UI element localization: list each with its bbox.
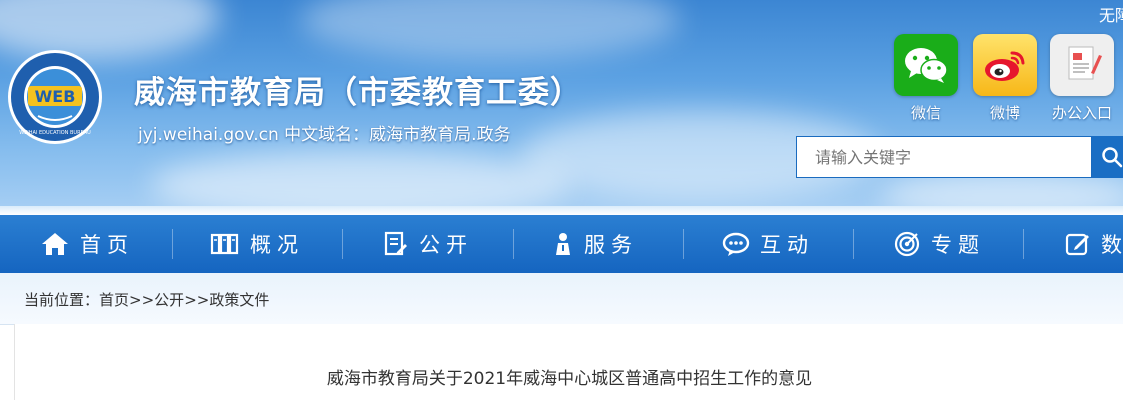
site-title: 威海市教育局（市委教育工委） xyxy=(134,75,582,111)
weibo-link[interactable]: 微博 xyxy=(973,34,1037,123)
wechat-label: 微信 xyxy=(910,104,941,122)
weibo-label: 微博 xyxy=(989,104,1020,122)
breadcrumb-item-public[interactable]: 公开 xyxy=(154,291,184,309)
office-label: 办公入口 xyxy=(1051,104,1112,122)
nav-item-interaction[interactable]: 互动 xyxy=(722,215,814,273)
nav-item-service[interactable]: 服务 xyxy=(552,215,638,273)
document-edit-icon xyxy=(384,231,407,256)
breadcrumb-bar: 当前位置：首页>>公开>>政策文件 xyxy=(0,273,1123,325)
nav-item-home[interactable]: 首页 xyxy=(40,215,134,273)
nav-item-data[interactable]: 数 xyxy=(1065,215,1123,273)
site-domain: jyj.weihai.gov.cn 中文域名：威海市教育局.政务 xyxy=(138,125,511,145)
chat-icon xyxy=(722,232,750,256)
search-input[interactable] xyxy=(796,136,1092,178)
nav-divider xyxy=(342,229,343,259)
wechat-link[interactable]: 微信 xyxy=(894,34,958,123)
site-header: WEB WEIHAI EDUCATION BUREAU 威海市教育局（市委教育工… xyxy=(0,0,1123,215)
header-divider xyxy=(0,206,1123,215)
article-container: 威海市教育局关于2021年威海中心城区普通高中招生工作的意见 xyxy=(14,324,1123,400)
office-document-icon xyxy=(1050,34,1114,96)
site-logo[interactable]: WEB WEIHAI EDUCATION BUREAU xyxy=(6,48,104,146)
edit-icon xyxy=(1065,233,1089,256)
logo-subtext: WEIHAI EDUCATION BUREAU xyxy=(19,130,91,136)
nav-item-overview[interactable]: 概况 xyxy=(210,215,304,273)
nav-divider xyxy=(172,229,173,259)
cloud-decoration xyxy=(300,0,680,60)
nav-label: 数 xyxy=(1101,233,1123,257)
breadcrumb-item-policy[interactable]: 政策文件 xyxy=(209,291,269,309)
nav-divider xyxy=(853,229,854,259)
office-link[interactable]: 办公入口 xyxy=(1050,34,1114,123)
main-nav: 首页 概况 公开 服务 互动 专题 数 xyxy=(0,215,1123,273)
books-icon xyxy=(210,233,239,255)
nav-label: 概况 xyxy=(250,233,304,257)
nav-label: 公开 xyxy=(419,233,473,257)
nav-label: 首页 xyxy=(80,233,134,257)
logo-text: WEB xyxy=(35,87,76,106)
accessibility-link[interactable]: 无障 xyxy=(1099,2,1123,26)
nav-item-topics[interactable]: 专题 xyxy=(893,215,985,273)
nav-item-public[interactable]: 公开 xyxy=(383,215,473,273)
nav-label: 互动 xyxy=(760,233,814,257)
weibo-icon xyxy=(973,34,1037,96)
search-icon xyxy=(1102,147,1123,168)
nav-label: 专题 xyxy=(931,233,985,257)
breadcrumb-item-home[interactable]: 首页 xyxy=(99,291,129,309)
search-button[interactable] xyxy=(1092,136,1123,178)
breadcrumb-separator: >> xyxy=(184,291,210,309)
article-title: 威海市教育局关于2021年威海中心城区普通高中招生工作的意见 xyxy=(326,369,813,389)
breadcrumb-prefix: 当前位置： xyxy=(24,291,100,309)
breadcrumb: 当前位置：首页>>公开>>政策文件 xyxy=(24,289,269,310)
nav-divider xyxy=(1023,229,1024,259)
wechat-icon xyxy=(894,34,958,96)
nav-divider xyxy=(513,229,514,259)
nav-label: 服务 xyxy=(584,233,638,257)
home-icon xyxy=(42,233,68,255)
nav-divider xyxy=(683,229,684,259)
breadcrumb-separator: >> xyxy=(129,291,155,309)
target-icon xyxy=(894,231,920,257)
person-icon xyxy=(556,233,570,255)
